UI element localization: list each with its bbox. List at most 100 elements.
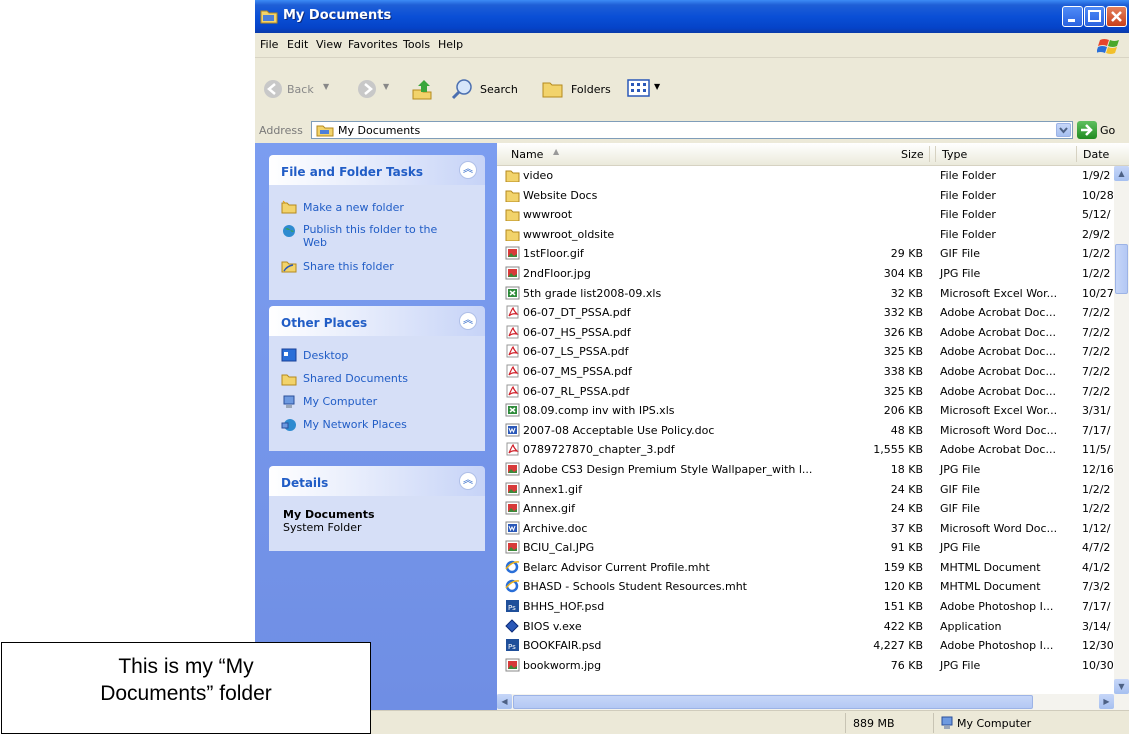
file-size: 325 KB (883, 384, 923, 398)
file-row[interactable]: video File Folder 1/9/2 (497, 166, 1114, 186)
file-type: Microsoft Excel Wor... (940, 404, 1058, 418)
file-row[interactable]: Annex.gif 24 KB GIF File 1/2/2 (497, 499, 1114, 519)
file-size: 48 KB (890, 423, 923, 437)
up-folder-button[interactable] (411, 78, 433, 103)
file-row[interactable]: 08.09.comp inv with IPS.xls 206 KB Microso… (497, 401, 1114, 421)
file-row[interactable]: 2ndFloor.jpg 304 KB JPG File 1/2/2 (497, 264, 1114, 284)
chevron-down-icon: ▼ (323, 82, 330, 91)
file-type: Microsoft Excel Wor... (940, 286, 1058, 300)
folders-label: Folders (571, 83, 611, 96)
scroll-down-button[interactable]: ▼ (1114, 679, 1129, 694)
file-type: Adobe Acrobat Doc... (940, 364, 1056, 378)
menu-file[interactable]: File (260, 38, 278, 51)
file-row[interactable]: 2007-08 Acceptable Use Policy.doc 48 KB Mi… (497, 421, 1114, 441)
place-desktop-link[interactable]: Desktop (303, 349, 348, 362)
file-row[interactable]: 0789727870_chapter_3.pdf 1,555 KB Adobe Ac… (497, 440, 1114, 460)
address-dropdown[interactable] (1056, 123, 1071, 137)
vertical-scroll-thumb[interactable] (1115, 244, 1128, 294)
maximize-button[interactable] (1084, 6, 1105, 27)
column-date[interactable]: Date (1083, 148, 1109, 161)
panel-header[interactable]: File and Folder Tasks ︽ (269, 155, 485, 185)
search-icon (451, 79, 472, 100)
publish-folder-link[interactable]: Publish this folder to the Web (303, 223, 463, 249)
file-date: 7/3/2 (1082, 580, 1111, 594)
file-list-view[interactable]: Name ▲ Size Type Date video File Folder 1/… (497, 143, 1129, 710)
panel-header[interactable]: Details ︽ (269, 466, 485, 496)
collapse-icon[interactable]: ︽ (459, 161, 477, 179)
file-row[interactable]: BIOS v.exe 422 KB Application 3/14/ (497, 617, 1114, 637)
scroll-right-button[interactable]: ▶ (1099, 694, 1114, 709)
file-date: 7/2/2 (1082, 306, 1111, 320)
file-date: 4/7/2 (1082, 541, 1111, 555)
file-name: wwwroot_oldsite (523, 227, 615, 241)
file-row[interactable]: Website Docs File Folder 10/28 (497, 186, 1114, 206)
column-type[interactable]: Type (942, 148, 967, 161)
go-label[interactable]: Go (1100, 124, 1115, 137)
address-field[interactable]: My Documents (311, 121, 1073, 139)
minimize-button[interactable] (1062, 6, 1083, 27)
file-folder-tasks-panel: File and Folder Tasks ︽ Make a new folde… (269, 155, 485, 300)
collapse-icon[interactable]: ︽ (459, 312, 477, 330)
place-shared-documents-link[interactable]: Shared Documents (303, 372, 408, 385)
menu-help[interactable]: Help (438, 38, 463, 51)
scroll-left-button[interactable]: ◀ (497, 694, 512, 709)
file-row[interactable]: bookworm.jpg 76 KB JPG File 10/30 (497, 656, 1114, 676)
make-new-folder-link[interactable]: Make a new folder (303, 201, 404, 214)
collapse-icon[interactable]: ︽ (459, 472, 477, 490)
file-size: 159 KB (883, 560, 923, 574)
share-folder-link[interactable]: Share this folder (303, 260, 394, 273)
file-row[interactable]: BCIU_Cal.JPG 91 KB JPG File 4/7/2 (497, 538, 1114, 558)
scroll-up-button[interactable]: ▲ (1114, 166, 1129, 181)
file-size: 304 KB (883, 266, 923, 280)
close-button[interactable] (1106, 6, 1127, 27)
horizontal-scrollbar[interactable]: ◀ ▶ (497, 694, 1129, 710)
file-type: Adobe Acrobat Doc... (940, 325, 1056, 339)
chevron-down-icon (1059, 127, 1068, 134)
file-row[interactable]: 1stFloor.gif 29 KB GIF File 1/2/2 (497, 244, 1114, 264)
publish-web-icon (283, 225, 295, 237)
file-date: 1/2/2 (1082, 247, 1111, 261)
panel-header[interactable]: Other Places ︽ (269, 306, 485, 336)
file-date: 11/5/ (1082, 443, 1111, 457)
file-row[interactable]: wwwroot File Folder 5/12/ (497, 205, 1114, 225)
folder-file-icon (505, 170, 520, 182)
file-row[interactable]: wwwroot_oldsite File Folder 2/9/2 (497, 225, 1114, 245)
horizontal-scroll-thumb[interactable] (513, 695, 1033, 709)
place-my-computer-link[interactable]: My Computer (303, 395, 377, 408)
file-row[interactable]: 06-07_HS_PSSA.pdf 326 KB Adobe Acrobat Doc… (497, 323, 1114, 343)
file-row[interactable]: Annex1.gif 24 KB GIF File 1/2/2 (497, 480, 1114, 500)
menu-view[interactable]: View (316, 38, 342, 51)
file-row[interactable]: Archive.doc 37 KB Microsoft Word Doc... 1/1… (497, 519, 1114, 539)
file-date: 7/17/ (1082, 423, 1111, 437)
file-date: 1/2/2 (1082, 502, 1111, 516)
file-row[interactable]: 06-07_MS_PSSA.pdf 338 KB Adobe Acrobat Doc… (497, 362, 1114, 382)
go-button[interactable] (1077, 121, 1097, 139)
file-row[interactable]: Ps BOOKFAIR.psd 4,227 KB Adobe Photoshop I.… (497, 636, 1114, 656)
vertical-scrollbar[interactable]: ▲ ▼ (1114, 166, 1129, 694)
file-row[interactable]: BHASD - Schools Student Resources.mht 120… (497, 577, 1114, 597)
place-network-link[interactable]: My Network Places (303, 418, 407, 431)
file-row[interactable]: Adobe CS3 Design Premium Style Wallpaper… (497, 460, 1114, 480)
file-type: JPG File (940, 462, 981, 476)
column-size[interactable]: Size (901, 148, 924, 161)
file-row[interactable]: 5th grade list2008-09.xls 32 KB Microsoft … (497, 284, 1114, 304)
file-size: 332 KB (883, 306, 923, 320)
file-row[interactable]: 06-07_DT_PSSA.pdf 332 KB Adobe Acrobat Doc… (497, 303, 1114, 323)
file-row[interactable]: Belarc Advisor Current Profile.mht 159 KB… (497, 558, 1114, 578)
file-type: Microsoft Word Doc... (940, 521, 1058, 535)
file-row[interactable]: 06-07_RL_PSSA.pdf 325 KB Adobe Acrobat Doc… (497, 382, 1114, 402)
file-row[interactable]: Ps BHHS_HOF.psd 151 KB Adobe Photoshop I...… (497, 597, 1114, 617)
file-type: File Folder (940, 169, 996, 182)
menu-favorites[interactable]: Favorites (348, 38, 398, 51)
menu-tools[interactable]: Tools (403, 38, 430, 51)
file-row[interactable]: 06-07_LS_PSSA.pdf 325 KB Adobe Acrobat Doc… (497, 342, 1114, 362)
file-size: 91 KB (890, 541, 923, 555)
file-date: 1/2/2 (1082, 482, 1111, 496)
title-bar[interactable]: My Documents (255, 0, 1129, 33)
file-date: 1/12/ (1082, 521, 1111, 535)
file-size: 24 KB (890, 502, 923, 516)
file-size: 151 KB (883, 600, 923, 614)
menu-edit[interactable]: Edit (287, 38, 308, 51)
column-name[interactable]: Name (511, 148, 543, 161)
caption-line-1: This is my “My (118, 655, 254, 678)
